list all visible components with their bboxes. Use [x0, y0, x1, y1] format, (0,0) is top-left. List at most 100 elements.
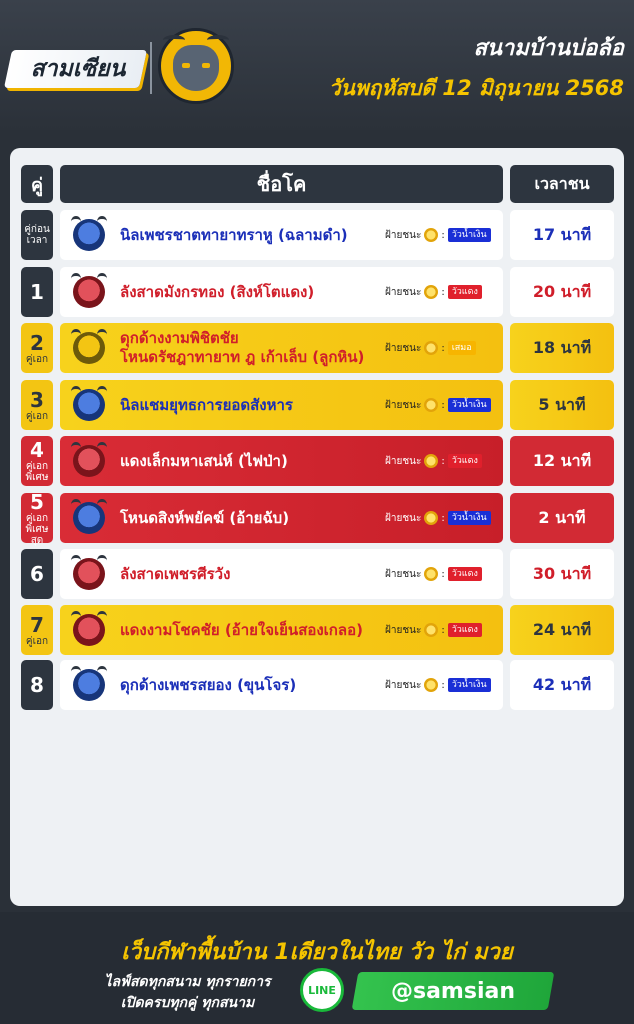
bull-name: แดงงามโชคชัย (อ้ายใจเย็นสองเกลอ) — [120, 605, 363, 655]
bull-name-line: นิลเพชรชาตทายาทราหู (ฉลามดำ) — [120, 225, 348, 244]
bull-blue-icon — [71, 386, 107, 421]
bull-name: นิลเพชรชาตทายาทราหู (ฉลามดำ) — [120, 210, 348, 260]
bull-name-cell: แดงเล็กมหาเสน่ห์ (ไฟป่า) ฝ้ายชนะ: วัวแดง — [60, 436, 503, 486]
pair-number-value: 6 — [30, 562, 44, 586]
fight-duration: 12 นาที — [510, 436, 614, 486]
pair-type-label: คู่เอก — [25, 353, 49, 365]
fight-duration: 2 นาที — [510, 493, 614, 543]
winner-tag: วัวแดง — [447, 567, 482, 581]
pair-type-label: คู่เอกพิเศษ — [25, 461, 49, 483]
coin-icon — [424, 623, 439, 637]
bull-name-cell: โหนดสิงห์พยัคฆ์ (อ้ายฉับ) ฝ้ายชนะ: วัวน้ำเ… — [60, 493, 503, 543]
winner-label: ฝ้ายชนะ — [385, 229, 422, 241]
table-row[interactable]: 2 คู่เอก ดุกด้างงามพิชิตชัย โหนดรัชฎาทายาท … — [0, 323, 634, 373]
pair-number: 8 — [21, 660, 53, 710]
winner-label: ฝ้ายชนะ — [385, 455, 422, 467]
coin-icon — [424, 567, 439, 581]
bull-gold-icon — [71, 329, 107, 364]
winner-indicator: ฝ้ายชนะ: วัวแดง — [385, 622, 482, 638]
pair-number: คู่ก่อนเวลา — [21, 210, 53, 260]
winner-indicator: ฝ้ายชนะ: วัวน้ำเงิน — [385, 510, 491, 526]
separator: : — [441, 512, 445, 524]
bull-name-line: ดุกด้างเพชรสยอง (ขุนโจร) — [120, 675, 297, 694]
coin-icon — [424, 285, 439, 299]
separator: : — [441, 342, 445, 354]
coin-icon — [424, 398, 439, 412]
coin-icon — [424, 341, 439, 355]
winner-tag: วัวน้ำเงิน — [447, 511, 491, 525]
bull-name: ดุกด้างเพชรสยอง (ขุนโจร) — [120, 660, 296, 710]
page-title: สนามบ้านบ่อล้อ — [473, 36, 624, 61]
bull-name-line: แดงงามโชคชัย (อ้ายใจเย็นสองเกลอ) — [120, 620, 363, 639]
coin-icon — [424, 678, 439, 692]
winner-indicator: ฝ้ายชนะ: วัวน้ำเงิน — [385, 227, 491, 243]
column-header-pair: คู่ — [21, 165, 53, 203]
bull-name: โหนดสิงห์พยัคฆ์ (อ้ายฉับ) — [120, 493, 289, 543]
bull-red-icon — [71, 442, 107, 477]
bull-name-cell: แดงงามโชคชัย (อ้ายใจเย็นสองเกลอ) ฝ้ายชนะ:… — [60, 605, 503, 655]
bull-logo-icon — [158, 28, 234, 104]
winner-indicator: ฝ้ายชนะ: วัวแดง — [385, 566, 482, 582]
bull-name-cell: นิลแชมยุทธการยอดสังหาร ฝ้ายชนะ: วัวน้ำเงิน — [60, 380, 503, 430]
fight-duration: 5 นาที — [510, 380, 614, 430]
footer-headline: เว็บกีฬาพื้นบ้าน 1เดียวในไทย วัว ไก่ มวย — [121, 940, 513, 965]
winner-label: ฝ้ายชนะ — [385, 512, 422, 524]
winner-indicator: ฝ้ายชนะ: วัวแดง — [385, 284, 482, 300]
pair-number: 7 คู่เอก — [21, 605, 53, 655]
column-header-time: เวลาชน — [510, 165, 614, 203]
pair-number-value: 8 — [30, 673, 44, 697]
pair-type-label: คู่เอก — [25, 635, 49, 647]
table-row[interactable]: 1 ลังสาดมังกรทอง (สิงห์โตแดง) ฝ้ายชนะ: วัวแ… — [0, 267, 634, 317]
bull-name-line: ดุกด้างงามพิชิตชัย — [120, 329, 239, 347]
winner-tag: เสมอ — [447, 341, 476, 355]
pair-number-value: 2 — [30, 330, 44, 355]
table-row[interactable]: คู่ก่อนเวลา นิลเพชรชาตทายาทราหู (ฉลามดำ) ฝ… — [0, 210, 634, 260]
bull-name-cell: ลังสาดเพชรศีรวัง ฝ้ายชนะ: วัวแดง — [60, 549, 503, 599]
bull-name-line: โหนดสิงห์พยัคฆ์ (อ้ายฉับ) — [120, 508, 290, 527]
bull-blue-icon — [71, 499, 107, 534]
winner-indicator: ฝ้ายชนะ: เสมอ — [385, 340, 476, 356]
separator: : — [441, 455, 445, 467]
bull-name: นิลแชมยุทธการยอดสังหาร — [120, 380, 293, 430]
winner-label: ฝ้ายชนะ — [385, 342, 422, 354]
table-row[interactable]: 8 ดุกด้างเพชรสยอง (ขุนโจร) ฝ้ายชนะ: วัวน้ำเ… — [0, 660, 634, 710]
pair-type-label: คู่เอก — [25, 410, 49, 422]
fight-duration: 20 นาที — [510, 267, 614, 317]
winner-tag: วัวน้ำเงิน — [447, 228, 491, 242]
table-row[interactable]: 6 ลังสาดเพชรศีรวัง ฝ้ายชนะ: วัวแดง 30 นาที — [0, 549, 634, 599]
table-row[interactable]: 3 คู่เอก นิลแชมยุทธการยอดสังหาร ฝ้ายชนะ: วัว… — [0, 380, 634, 430]
winner-label: ฝ้ายชนะ — [385, 624, 422, 636]
winner-indicator: ฝ้ายชนะ: วัวแดง — [385, 453, 482, 469]
bull-name-cell: ดุกด้างงามพิชิตชัย โหนดรัชฎาทายาท ฎ เก้าเ… — [60, 323, 503, 373]
winner-tag: วัวน้ำเงิน — [447, 678, 491, 692]
separator: : — [441, 286, 445, 298]
winner-tag: วัวแดง — [447, 285, 482, 299]
bull-name-line: ลังสาดเพชรศีรวัง — [120, 564, 231, 583]
fight-duration: 17 นาที — [510, 210, 614, 260]
bull-name-line: นิลแชมยุทธการยอดสังหาร — [120, 395, 293, 414]
pair-type-label: คู่เอกพิเศษสุด — [25, 512, 49, 546]
line-icon[interactable]: LINE — [300, 968, 344, 1012]
winner-tag: วัวน้ำเงิน — [447, 398, 491, 412]
bull-name-cell: นิลเพชรชาตทายาทราหู (ฉลามดำ) ฝ้ายชนะ: วัวน… — [60, 210, 503, 260]
bull-name: ลังสาดมังกรทอง (สิงห์โตแดง) — [120, 267, 314, 317]
coin-icon — [424, 228, 439, 242]
bull-blue-icon — [71, 216, 107, 251]
separator: : — [441, 679, 445, 691]
pair-number-value: 5 — [30, 489, 44, 514]
separator: : — [441, 229, 445, 241]
bull-name: ลังสาดเพชรศีรวัง — [120, 549, 230, 599]
fight-duration: 30 นาที — [510, 549, 614, 599]
table-row[interactable]: 4 คู่เอกพิเศษ แดงเล็กมหาเสน่ห์ (ไฟป่า) ฝ้าย… — [0, 436, 634, 486]
pair-number: 2 คู่เอก — [21, 323, 53, 373]
table-row[interactable]: 5 คู่เอกพิเศษสุด โหนดสิงห์พยัคฆ์ (อ้ายฉับ)… — [0, 489, 634, 546]
table-row[interactable]: 7 คู่เอก แดงงามโชคชัย (อ้ายใจเย็นสองเกลอ) ฝ… — [0, 605, 634, 655]
winner-tag: วัวแดง — [447, 454, 482, 468]
pair-number: 4 คู่เอกพิเศษ — [21, 436, 53, 486]
winner-indicator: ฝ้ายชนะ: วัวน้ำเงิน — [385, 397, 491, 413]
pair-number: 3 คู่เอก — [21, 380, 53, 430]
coin-icon — [424, 511, 439, 525]
winner-label: ฝ้ายชนะ — [385, 568, 422, 580]
fight-duration: 42 นาที — [510, 660, 614, 710]
line-handle-text[interactable]: @samsian — [355, 972, 551, 1010]
